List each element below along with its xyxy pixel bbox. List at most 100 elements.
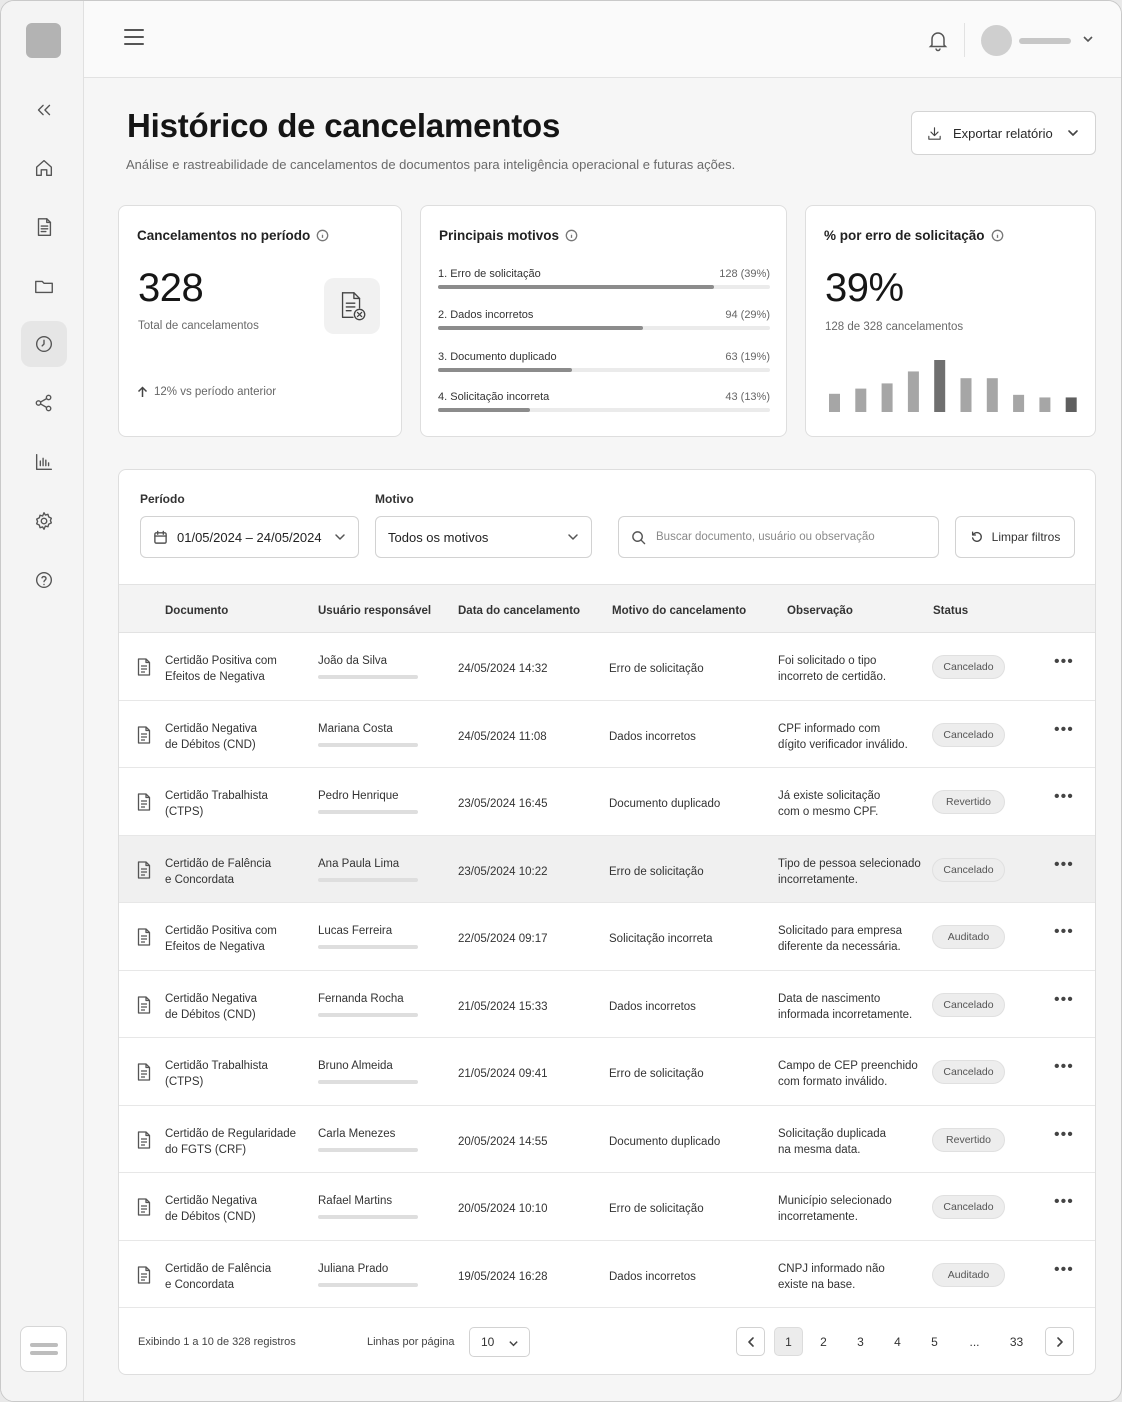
page-button[interactable]: 3: [846, 1327, 875, 1356]
column-header[interactable]: Data do cancelamento: [458, 605, 580, 617]
column-header[interactable]: Status: [933, 605, 968, 617]
page-button[interactable]: 5: [920, 1327, 949, 1356]
observation: Solicitação duplicada na mesma data.: [778, 1127, 887, 1156]
trend-text: 12% vs período anterior: [154, 386, 277, 398]
row-actions-icon[interactable]: •••: [1054, 1126, 1074, 1144]
user-detail-placeholder: [318, 1147, 418, 1152]
card-title-text: Cancelamentos no período: [137, 228, 311, 243]
info-icon[interactable]: [565, 229, 578, 242]
observation: Já existe solicitação com o mesmo CPF.: [778, 790, 881, 818]
user-detail-placeholder: [318, 1080, 418, 1084]
row-actions-icon[interactable]: •••: [1054, 788, 1074, 806]
document-name[interactable]: Certidão de Regularidade do FGTS (CRF): [165, 1126, 296, 1158]
responsible-user: Mariana Costa: [318, 722, 393, 735]
page-button[interactable]: 4: [883, 1327, 912, 1356]
page-title: Histórico de cancelamentos: [127, 107, 561, 144]
page-button[interactable]: 1: [774, 1327, 803, 1356]
document-name[interactable]: Certidão Negativa de Débitos (CND): [165, 991, 257, 1023]
sidebar-item-reports[interactable]: [21, 439, 67, 485]
next-page-button[interactable]: [1045, 1327, 1074, 1356]
responsible-user: João da Silva: [318, 655, 388, 667]
collapse-sidebar-button[interactable]: [21, 87, 67, 133]
observation: Município selecionado incorretamente.: [778, 1195, 892, 1223]
status-badge: Cancelado: [932, 655, 1005, 679]
document-name[interactable]: Certidão Positiva com Efeitos de Negativa: [165, 653, 277, 685]
document-name[interactable]: Certidão Negativa de Débitos (CND): [165, 721, 257, 753]
column-header[interactable]: Documento: [165, 605, 228, 617]
row-actions-icon[interactable]: •••: [1054, 1058, 1074, 1076]
document-name[interactable]: Certidão Negativa de Débitos (CND): [165, 1193, 257, 1225]
document-name[interactable]: Certidão Trabalhista (CTPS): [165, 788, 268, 820]
sidebar-item-history[interactable]: [21, 321, 67, 367]
period-label: Período: [140, 492, 185, 506]
table-row[interactable]: Certidão de Falência e Concordata Juliana …: [119, 1241, 1095, 1308]
page-button[interactable]: 2: [809, 1327, 838, 1356]
document-name[interactable]: Certidão de Falência e Concordata: [165, 1261, 271, 1293]
user-detail-placeholder: [318, 1215, 418, 1219]
cancellation-reason: Erro de solicitação: [609, 1203, 704, 1215]
rows-per-page-value: 10: [481, 1335, 495, 1349]
table-row[interactable]: Certidão Negativa de Débitos (CND) Mariana…: [119, 701, 1095, 768]
trend-indicator: 12% vs período anterior: [137, 386, 276, 398]
row-actions-icon[interactable]: •••: [1054, 721, 1074, 739]
sidebar-item-documents[interactable]: [21, 204, 67, 250]
chart-bar: [1013, 394, 1025, 412]
chevron-down-icon[interactable]: [1081, 32, 1095, 46]
table-row[interactable]: Certidão de Regularidade do FGTS (CRF) Car…: [119, 1106, 1095, 1173]
page-button[interactable]: 33: [1002, 1327, 1031, 1356]
card-title: Cancelamentos no período: [137, 228, 329, 243]
cancellation-reason: Erro de solicitação: [609, 663, 704, 675]
sidebar-footer-button[interactable]: [20, 1326, 67, 1372]
avatar[interactable]: [981, 25, 1012, 56]
menu-toggle-icon[interactable]: [124, 29, 144, 49]
row-actions-icon[interactable]: •••: [1054, 991, 1074, 1009]
column-header[interactable]: Usuário responsável: [318, 605, 431, 617]
user-name-placeholder[interactable]: [1019, 38, 1071, 44]
row-actions-icon[interactable]: •••: [1054, 1261, 1074, 1279]
reason-item: 3. Documento duplicado 63 (19%): [438, 351, 770, 372]
cancellation-reason: Documento duplicado: [609, 798, 721, 810]
table-row[interactable]: Certidão Positiva com Efeitos de Negativa…: [119, 903, 1095, 971]
cancellation-reason: Solicitação incorreta: [609, 933, 713, 945]
cancellation-date: 23/05/2024 16:45: [458, 798, 548, 810]
sidebar-item-home[interactable]: [21, 145, 67, 191]
table-row[interactable]: Certidão de Falência e Concordata Ana Paul…: [119, 835, 1095, 903]
table-row[interactable]: Certidão Trabalhista (CTPS) Pedro Henrique…: [119, 768, 1095, 836]
export-report-button[interactable]: Exportar relatório: [911, 111, 1096, 155]
table-row[interactable]: Certidão Negativa de Débitos (CND) Fernand…: [119, 971, 1095, 1038]
document-name[interactable]: Certidão Trabalhista (CTPS): [165, 1058, 268, 1090]
table-row[interactable]: Certidão Negativa de Débitos (CND) Rafael …: [119, 1173, 1095, 1241]
column-header[interactable]: Motivo do cancelamento: [612, 605, 746, 617]
document-name[interactable]: Certidão Positiva com Efeitos de Negativa: [165, 923, 277, 955]
table-row[interactable]: Certidão Positiva com Efeitos de Negativa…: [119, 633, 1095, 701]
chevrons-left-icon: [37, 104, 51, 116]
document-icon: [137, 1198, 151, 1216]
download-icon: [928, 126, 941, 140]
app-logo[interactable]: [26, 23, 61, 58]
gear-icon: [35, 512, 53, 530]
table-row[interactable]: Certidão Trabalhista (CTPS) Bruno Almeida 2…: [119, 1038, 1095, 1106]
reason-select[interactable]: Todos os motivos: [375, 516, 592, 558]
sidebar-item-share[interactable]: [21, 380, 67, 426]
info-icon[interactable]: [316, 229, 329, 242]
period-date-picker[interactable]: 01/05/2024 – 24/05/2024: [140, 516, 359, 558]
row-actions-icon[interactable]: •••: [1054, 923, 1074, 941]
document-name[interactable]: Certidão de Falência e Concordata: [165, 856, 271, 888]
menu-line: [29, 1343, 58, 1347]
prev-page-button[interactable]: [736, 1327, 765, 1356]
notifications-icon[interactable]: [926, 28, 950, 52]
row-actions-icon[interactable]: •••: [1054, 1193, 1074, 1211]
info-icon[interactable]: [991, 229, 1004, 242]
row-actions-icon[interactable]: •••: [1054, 856, 1074, 874]
cancellation-date: 21/05/2024 15:33: [458, 1000, 548, 1013]
chart-bar: [986, 378, 998, 412]
rows-per-page-select[interactable]: 10: [469, 1327, 530, 1357]
sidebar-item-help[interactable]: [21, 557, 67, 603]
responsible-user: Pedro Henrique: [318, 790, 399, 802]
sidebar-item-folders[interactable]: [21, 263, 67, 309]
sidebar-item-settings[interactable]: [21, 498, 67, 544]
row-actions-icon[interactable]: •••: [1054, 653, 1074, 671]
clear-filters-button[interactable]: Limpar filtros: [955, 516, 1075, 558]
search-input[interactable]: Buscar documento, usuário ou observação: [618, 516, 939, 558]
column-header[interactable]: Observação: [787, 605, 853, 617]
